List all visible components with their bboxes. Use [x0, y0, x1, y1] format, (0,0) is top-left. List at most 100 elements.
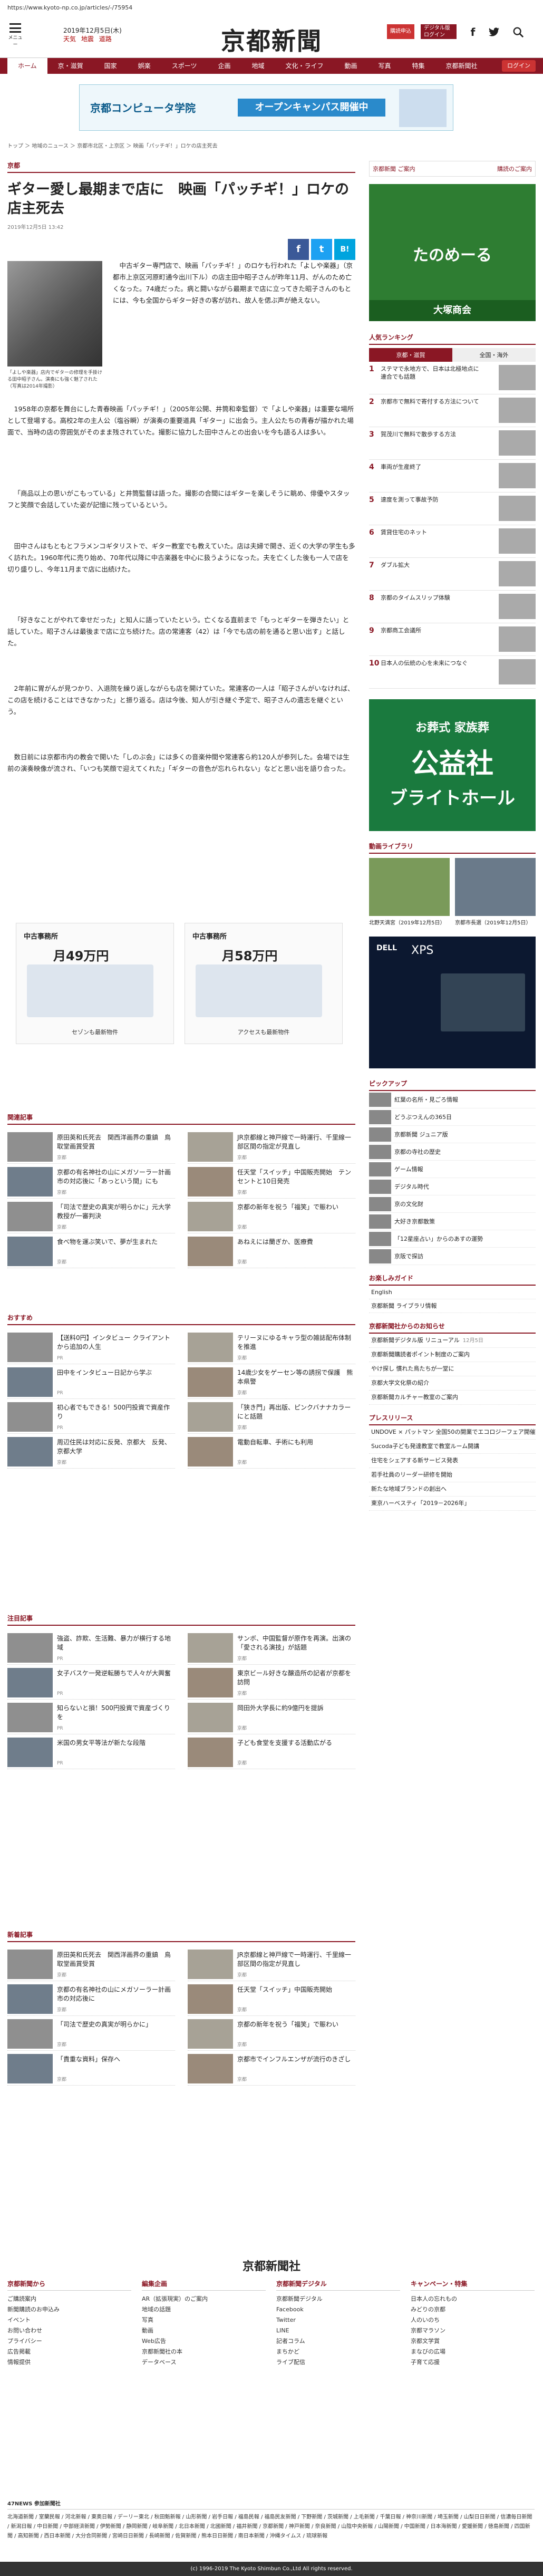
- article-card[interactable]: 米国の男女平等法が新たな段階 PR: [7, 1734, 175, 1769]
- article-card[interactable]: JR京都線と神戸線で一時運行、千里線一部区間の指定が見直し 京都: [188, 1129, 355, 1164]
- article-card[interactable]: 田中をインタビュー日記から学ぶ PR: [7, 1364, 175, 1399]
- ranking-item[interactable]: 3 賀茂川で無料で散歩する方法: [369, 427, 536, 460]
- facebook-icon[interactable]: f: [464, 23, 482, 41]
- nav-kyoto-shiga[interactable]: 京・滋賀: [47, 58, 94, 74]
- link-item[interactable]: 京都新聞デジタル版 リニューアル 12月5日: [369, 1334, 536, 1348]
- pickup-item[interactable]: 「12星座占い」からのあすの運勢: [369, 1230, 536, 1248]
- link-item[interactable]: Sucoda子ども発達教室で教室ルーム開講: [369, 1440, 536, 1454]
- footer-link[interactable]: AR（拡張現実）のご案内: [142, 2294, 266, 2304]
- link-item[interactable]: 新たな地域ブランドの創出へ: [369, 1482, 536, 1497]
- url-bar[interactable]: https://www.kyoto-np.co.jp/articles/-/75…: [0, 0, 543, 16]
- footer-link[interactable]: まちかど: [276, 2347, 400, 2357]
- article-card[interactable]: 京都の新年を祝う「福笑」で賑わい 京都: [188, 1199, 355, 1233]
- nav-login-button[interactable]: ログイン: [502, 60, 536, 72]
- breadcrumb[interactable]: トップ ＞ 地域のニュース ＞ 京都市北区・上京区 ＞ 映画「パッチギ！」ロケの…: [7, 141, 218, 149]
- nav-national[interactable]: 国家: [94, 58, 128, 74]
- footer-link[interactable]: 日本人の忘れもの: [411, 2294, 535, 2304]
- pickup-item[interactable]: どうぶつえんの365日: [369, 1108, 536, 1126]
- article-card[interactable]: 子ども食堂を支援する活動広がる 京都: [188, 1734, 355, 1769]
- article-card[interactable]: 「司法で歴史の真実が明らかに」 京都: [7, 2016, 175, 2051]
- article-card[interactable]: 任天堂「スイッチ」中国販売開始 テンセントと10日発売 京都: [188, 1164, 355, 1199]
- footer-link[interactable]: 京都新聞デジタル: [276, 2294, 400, 2304]
- weather-link[interactable]: 天気: [63, 35, 76, 43]
- ad-card[interactable]: 中古事務所 月49万円 セゾンも最新物件: [16, 923, 174, 1044]
- footer-link[interactable]: みどりの京都: [411, 2304, 535, 2315]
- footer-link[interactable]: 新聞購読のお申込み: [7, 2304, 131, 2315]
- link-item[interactable]: 京都新聞購読者ポイント制度のご案内: [369, 1348, 536, 1362]
- shop-link[interactable]: 京都新聞 ご案内: [373, 165, 415, 173]
- footer-link[interactable]: イベント: [7, 2315, 131, 2326]
- pickup-item[interactable]: 京都の寺社の歴史: [369, 1143, 536, 1161]
- article-card[interactable]: 「貴重な資料」保存へ 京都: [7, 2051, 175, 2086]
- nav-home[interactable]: ホーム: [7, 58, 47, 74]
- ranking-item[interactable]: 7 ダブル拡大: [369, 558, 536, 591]
- nav-photo[interactable]: 写真: [368, 58, 402, 74]
- article-card[interactable]: 14歳少女をゲーセン等の誘拐で保護 熊本県警 京都: [188, 1364, 355, 1399]
- article-card[interactable]: JR京都線と神戸線で一時運行、千里線一部区間の指定が見直し 京都: [188, 1946, 355, 1981]
- article-card[interactable]: 初心者でもできる！500円投資で資産作り PR: [7, 1399, 175, 1434]
- ranking-item[interactable]: 5 速度を測って事故予防: [369, 493, 536, 525]
- footer-link[interactable]: Facebook: [276, 2304, 400, 2315]
- partners-list[interactable]: 北海道新聞 / 室蘭民報 / 河北新報 / 東奥日報 / デーリー東北 / 秋田…: [7, 2513, 535, 2541]
- digital-login-button[interactable]: デジタル版ログイン: [421, 24, 457, 39]
- article-card[interactable]: 知らないと損！500円投資で資産づくりを PR: [7, 1700, 175, 1734]
- top-banner-ad[interactable]: 京都コンピュータ学院 オープンキャンパス開催中: [79, 84, 453, 131]
- earthquake-link[interactable]: 地震: [81, 35, 94, 43]
- menu-button[interactable]: メニュー: [7, 22, 23, 47]
- ranking-item[interactable]: 9 京都商工会議所: [369, 623, 536, 656]
- link-item[interactable]: UNDOVE × パットマン 全国50の開業でエコロジーフェア開催: [369, 1425, 536, 1440]
- footer-logo[interactable]: 京都新聞社: [0, 2257, 543, 2274]
- link-item[interactable]: 京都大学文化祭の紹介: [369, 1376, 536, 1391]
- subscribe-button[interactable]: 購読申込: [387, 24, 414, 39]
- article-card[interactable]: 任天堂「スイッチ」中国販売開始 京都: [188, 1981, 355, 2016]
- pickup-item[interactable]: 京の文化財: [369, 1195, 536, 1213]
- share-facebook-icon[interactable]: f: [288, 239, 309, 260]
- footer-link[interactable]: 地域の話題: [142, 2304, 266, 2315]
- nav-special[interactable]: 特集: [402, 58, 435, 74]
- footer-link[interactable]: 子育て応援: [411, 2357, 535, 2368]
- article-card[interactable]: 周辺住民は対応に反発、京都大 反発、京都大学 京都: [7, 1434, 175, 1469]
- footer-link[interactable]: お問い合わせ: [7, 2326, 131, 2336]
- nav-project[interactable]: 企画: [207, 58, 241, 74]
- article-card[interactable]: 食べ物を運ぶ笑いで、夢が生まれた 京都: [7, 1233, 175, 1268]
- nav-culture[interactable]: 文化・ライフ: [275, 58, 334, 74]
- article-card[interactable]: テリーヌにゆるキャラ型の雑誌配布体制を推進 京都: [188, 1329, 355, 1364]
- pickup-item[interactable]: 大好き京都散策: [369, 1213, 536, 1230]
- guide-english[interactable]: English: [369, 1286, 536, 1299]
- side-ad-funeral[interactable]: お葬式 家族葬 公益社 ブライトホール: [369, 699, 536, 831]
- article-card[interactable]: 強盗、詐欺、生活難、暴力が横行する地域 PR: [7, 1630, 175, 1665]
- article-card[interactable]: 京都の有名神社の山にメガソーラー計画 市の対応後に 京都: [7, 1981, 177, 2016]
- ranking-item[interactable]: 2 京都市で無料で寄付する方法について: [369, 394, 536, 427]
- ranking-item[interactable]: 1 ステマで永地方で、日本は北極地点に 連合でも話題: [369, 362, 536, 394]
- link-item[interactable]: やけ探し 慣れた鳥たちが一堂に: [369, 1362, 536, 1376]
- article-card[interactable]: 岡田外大学長に約9億円を提訴 京都: [188, 1700, 355, 1734]
- footer-link[interactable]: 動画: [142, 2326, 266, 2336]
- pickup-item[interactable]: デジタル時代: [369, 1178, 536, 1195]
- link-item[interactable]: 住宅をシェアする新サービス発表: [369, 1454, 536, 1468]
- footer-link[interactable]: 情報提供: [7, 2357, 131, 2368]
- article-card[interactable]: 電動自転車、手術にも利用 京都: [188, 1434, 355, 1469]
- nav-region[interactable]: 地域: [241, 58, 275, 74]
- share-twitter-icon[interactable]: t: [311, 239, 332, 260]
- ranking-item[interactable]: 8 京都のタイムスリップ体験: [369, 591, 536, 623]
- side-ad-dell[interactable]: DELL XPS: [369, 937, 536, 1068]
- footer-link[interactable]: LINE: [276, 2326, 400, 2336]
- article-card[interactable]: あねえには蘭ぎか、医療費 京都: [188, 1233, 355, 1268]
- side-ad-otsuka[interactable]: たのめーる 大塚商会: [369, 184, 536, 321]
- nav-video[interactable]: 動画: [334, 58, 368, 74]
- article-card[interactable]: 「狭き門」再出版、ピンクバナナカラーにと話題 京都: [188, 1399, 355, 1434]
- footer-link[interactable]: ライブ配信: [276, 2357, 400, 2368]
- video-item[interactable]: 京都市長選（2019年12月5日）: [455, 858, 536, 926]
- footer-link[interactable]: 人のいのち: [411, 2315, 535, 2326]
- video-item[interactable]: 北野天満宮（2019年12月5日）: [369, 858, 450, 926]
- link-item[interactable]: 若手社員のリーダー研修を開始: [369, 1468, 536, 1482]
- footer-link[interactable]: ご購読案内: [7, 2294, 131, 2304]
- footer-link[interactable]: データベース: [142, 2357, 266, 2368]
- article-card[interactable]: 京都の新年を祝う「福笑」で賑わい 京都: [188, 2016, 355, 2051]
- share-hatena-icon[interactable]: B!: [334, 239, 355, 260]
- twitter-icon[interactable]: [485, 23, 503, 41]
- article-card[interactable]: 京都市でインフルエンザが流行のきざし 京都: [188, 2051, 355, 2086]
- article-card[interactable]: 原田英和氏死去 関西洋画界の重鎮 鳥取堂画賞受賞 京都: [7, 1129, 175, 1164]
- road-link[interactable]: 道路: [99, 35, 112, 43]
- article-card[interactable]: 「司法で歴史の真実が明らかに」元大学教授が一審判決 京都: [7, 1199, 175, 1233]
